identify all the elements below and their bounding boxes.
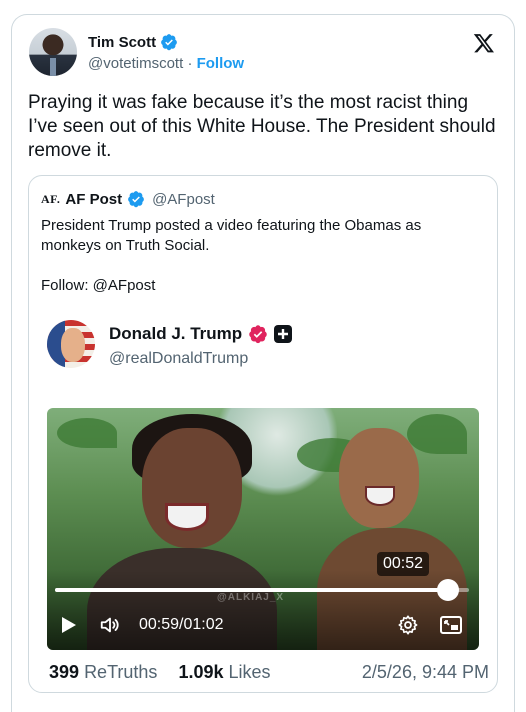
settings-gear-icon[interactable] [397, 614, 419, 636]
verified-badge-icon [249, 325, 267, 344]
likes-count: 1.09k [178, 662, 224, 682]
quoted-text-line: President Trump posted a video featuring… [41, 217, 422, 254]
x-logo-icon[interactable] [473, 32, 495, 54]
follow-button[interactable]: Follow [197, 55, 245, 72]
af-logo: AF. [41, 191, 61, 206]
embedded-author-avatar[interactable] [47, 320, 95, 368]
video-controls: 00:59/01:02 [47, 610, 479, 640]
embedded-author-handle[interactable]: @realDonaldTrump [109, 350, 248, 368]
tweet-text: Praying it was fake because it’s the mos… [28, 92, 496, 161]
quoted-post-header: AF. AF Post @AFpost [41, 190, 215, 208]
video-player[interactable]: 00:52 @ALKIAJ_X 00:59/01:02 [47, 408, 479, 650]
likes-label: Likes [228, 662, 271, 682]
quoted-post[interactable]: AF. AF Post @AFpost President Trump post… [28, 175, 498, 693]
quoted-author-name[interactable]: AF Post [65, 191, 122, 208]
volume-icon[interactable] [99, 614, 121, 636]
author-avatar[interactable] [29, 28, 77, 76]
retruths-count: 399 [49, 662, 80, 682]
picture-in-picture-icon[interactable] [439, 614, 463, 636]
video-progress-bar[interactable] [55, 579, 469, 601]
embedded-author-row: Donald J. Trump [109, 324, 293, 344]
quoted-author-handle[interactable]: @AFpost [152, 191, 215, 208]
author-name[interactable]: Tim Scott [88, 34, 156, 51]
video-watermark: @ALKIAJ_X [217, 592, 285, 603]
verified-badge-icon [161, 34, 177, 51]
current-time: 00:59 [139, 616, 180, 633]
author-handle-row: @votetimscott · Follow [88, 55, 244, 72]
author-handle[interactable]: @votetimscott [88, 55, 183, 72]
video-progress-fill [55, 588, 449, 592]
post-stats: 399 ReTruths 1.09k Likes 2/5/26, 9:44 PM [49, 662, 489, 683]
play-icon[interactable] [61, 616, 77, 634]
plus-badge-icon [274, 325, 293, 343]
retruths-label: ReTruths [84, 662, 158, 682]
video-time: 00:59/01:02 [139, 616, 224, 634]
likes-stat[interactable]: 1.09k Likes [178, 662, 270, 682]
duration: 01:02 [183, 616, 224, 633]
retruths-stat[interactable]: 399 ReTruths [49, 662, 157, 682]
seek-hover-time: 00:52 [377, 552, 430, 576]
embedded-author-name[interactable]: Donald J. Trump [109, 324, 242, 344]
post-date: 2/5/26, 9:44 PM [361, 662, 489, 682]
quoted-post-text: President Trump posted a video featuring… [41, 216, 481, 296]
quoted-text-follow: Follow: @AFpost [41, 277, 156, 294]
verified-badge-icon [128, 191, 144, 208]
handle-separator: · [187, 55, 193, 72]
tweet-card: Tim Scott @votetimscott · Follow Praying… [11, 14, 515, 712]
author-name-row: Tim Scott [88, 33, 178, 51]
